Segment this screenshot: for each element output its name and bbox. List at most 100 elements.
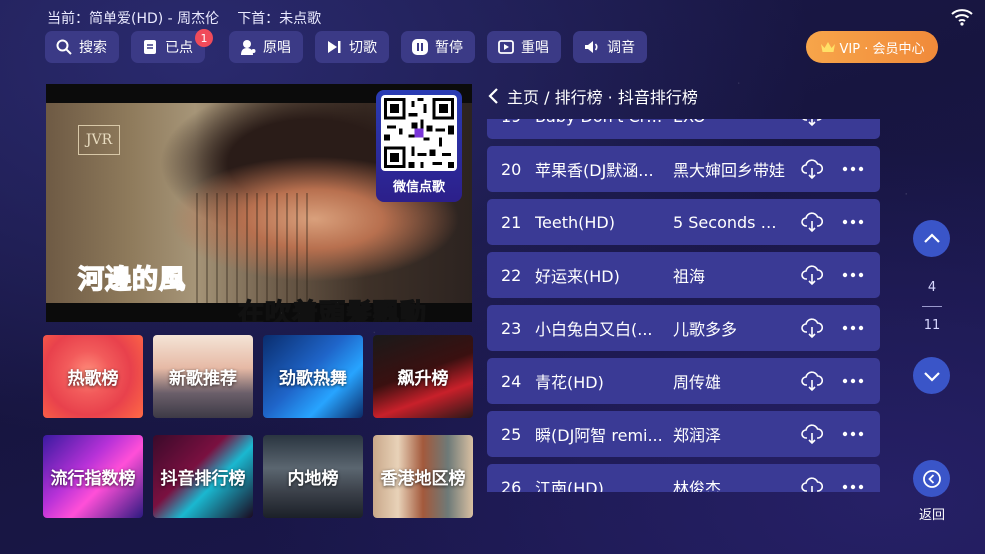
breadcrumb-text: 主页 / 排行榜 · 抖音排行榜 <box>507 88 698 107</box>
song-number: 20 <box>501 159 522 179</box>
song-artist: 黑大婶回乡带娃 <box>673 161 786 180</box>
original-vocal-button[interactable]: 原唱 <box>229 31 303 63</box>
song-artist: 祖海 <box>673 267 706 286</box>
cloud-download-icon[interactable] <box>801 317 823 339</box>
cloud-download-icon[interactable] <box>801 476 823 492</box>
song-artist: 5 Seconds Of S... <box>673 212 789 232</box>
breadcrumb[interactable]: 主页 / 排行榜 · 抖音排行榜 <box>487 84 698 108</box>
song-row[interactable]: 22 好运来(HD) 祖海 <box>487 252 880 298</box>
page-down-button[interactable] <box>913 357 950 394</box>
more-options-icon[interactable] <box>841 478 865 492</box>
song-list-inner: 19Baby Don't Cry(...EXO 20 苹果香(DJ默涵... 黑大婶回… <box>487 119 881 492</box>
song-row[interactable]: 19Baby Don't Cry(...EXO <box>487 119 880 139</box>
vip-member-center-button[interactable]: VIP · 会员中心 <box>806 31 938 63</box>
next-song-button[interactable]: 切歌 <box>315 31 389 63</box>
now-playing-status: 当前：简单爱(HD) - 周杰伦 下首：未点歌 <box>47 8 321 28</box>
page-up-button[interactable] <box>913 220 950 257</box>
song-row[interactable]: 24 青花(HD) 周传雄 <box>487 358 880 404</box>
back-label: 返回 <box>918 508 945 523</box>
cloud-download-icon[interactable] <box>801 423 823 445</box>
song-title: 青花(HD) <box>535 373 604 392</box>
category-rising[interactable]: 飙升榜 <box>373 335 473 418</box>
ordered-songs-button[interactable]: 已点 1 <box>131 29 213 63</box>
next-song-button-label: 切歌 <box>349 40 377 56</box>
next-song-label: 下首：未点歌 <box>237 11 322 27</box>
category-label: 劲歌热舞 <box>279 369 347 389</box>
song-list[interactable]: 19Baby Don't Cry(...EXO 20 苹果香(DJ默涵... 黑大婶回… <box>487 119 881 492</box>
singer-icon <box>241 40 256 55</box>
cloud-download-icon[interactable] <box>801 370 823 392</box>
category-new-songs[interactable]: 新歌推荐 <box>153 335 253 418</box>
more-options-icon[interactable] <box>841 372 865 390</box>
chevron-up-icon <box>923 232 940 243</box>
tune-button[interactable]: 调音 <box>573 31 647 63</box>
song-number: 26 <box>501 477 522 493</box>
category-dance[interactable]: 劲歌热舞 <box>263 335 363 418</box>
karaoke-video-player[interactable]: JVR 河邊的風 在吹着頭髮飄動 微信点歌 <box>46 84 472 322</box>
replay-icon <box>498 40 514 54</box>
song-artist: 周传雄 <box>673 373 722 392</box>
cloud-download-icon[interactable] <box>801 119 823 127</box>
song-title: 小白兔白又白(... <box>535 320 653 339</box>
ordered-count-badge: 1 <box>195 29 213 47</box>
cloud-download-icon[interactable] <box>801 158 823 180</box>
song-title: 江南(HD) <box>535 479 604 492</box>
player-toolbar: 搜索 已点 1 原唱 切歌 暂停 重唱 调音 <box>45 29 647 63</box>
lyric-line-1: 河邊的風 <box>77 264 187 296</box>
song-row[interactable]: 26 江南(HD) 林俊杰 <box>487 464 880 492</box>
more-options-icon[interactable] <box>841 319 865 337</box>
back-circle-icon <box>922 469 941 488</box>
category-grid: 热歌榜 新歌推荐 劲歌热舞 飙升榜 流行指数榜 抖音排行榜 内地榜 香港地区榜 <box>43 335 473 518</box>
song-title: Teeth(HD) <box>535 212 615 232</box>
cloud-download-icon[interactable] <box>801 211 823 233</box>
lyric-line-2: 在吹着頭髮飄動 <box>237 298 428 322</box>
page-total: 11 <box>923 318 941 333</box>
song-row[interactable]: 25 瞬(DJ阿智 remi... 郑润泽 <box>487 411 880 457</box>
song-number: 25 <box>501 424 522 444</box>
more-options-icon[interactable] <box>841 266 865 284</box>
search-button-label: 搜索 <box>79 40 107 56</box>
qr-code <box>381 95 457 171</box>
wechat-qr-card: 微信点歌 <box>376 90 462 202</box>
more-options-icon[interactable] <box>841 119 865 125</box>
song-number: 21 <box>501 212 522 232</box>
page-current: 4 <box>927 280 937 295</box>
song-number: 19 <box>487 119 535 126</box>
search-button[interactable]: 搜索 <box>45 31 119 63</box>
current-song-label: 当前：简单爱(HD) - 周杰伦 <box>47 11 220 27</box>
song-row[interactable]: 23 小白兔白又白(... 儿歌多多 <box>487 305 880 351</box>
pause-button-label: 暂停 <box>435 40 463 56</box>
song-title: 好运来(HD) <box>535 267 620 286</box>
back-button[interactable] <box>913 460 950 497</box>
chevron-down-icon <box>923 371 940 382</box>
category-hot-songs[interactable]: 热歌榜 <box>43 335 143 418</box>
qr-code-icon <box>384 98 454 168</box>
crown-icon <box>820 42 835 52</box>
qr-label: 微信点歌 <box>392 180 445 195</box>
more-options-icon[interactable] <box>841 213 865 231</box>
song-artist: EXO <box>671 119 789 126</box>
original-vocal-label: 原唱 <box>263 40 291 56</box>
category-hongkong[interactable]: 香港地区榜 <box>373 435 473 518</box>
category-pop-index[interactable]: 流行指数榜 <box>43 435 143 518</box>
more-options-icon[interactable] <box>841 425 865 443</box>
category-label: 新歌推荐 <box>169 369 237 389</box>
pause-button[interactable]: 暂停 <box>401 31 475 63</box>
replay-button[interactable]: 重唱 <box>487 31 561 63</box>
song-row[interactable]: 21 Teeth(HD) 5 Seconds Of S... <box>487 199 880 245</box>
ordered-songs-label: 已点 <box>165 40 193 56</box>
category-label: 内地榜 <box>287 469 339 489</box>
category-label: 飙升榜 <box>397 369 449 389</box>
category-label: 抖音排行榜 <box>160 469 246 489</box>
search-icon <box>56 39 72 55</box>
song-row[interactable]: 20 苹果香(DJ默涵... 黑大婶回乡带娃 <box>487 146 880 192</box>
cloud-download-icon[interactable] <box>801 264 823 286</box>
song-artist: 儿歌多多 <box>673 320 738 339</box>
category-mainland[interactable]: 内地榜 <box>263 435 363 518</box>
category-label: 流行指数榜 <box>50 469 136 489</box>
song-title: Baby Don't Cry(... <box>535 119 671 126</box>
more-options-icon[interactable] <box>841 160 865 178</box>
jvr-logo: JVR <box>78 125 120 155</box>
replay-button-label: 重唱 <box>521 40 549 56</box>
category-douyin[interactable]: 抖音排行榜 <box>153 435 253 518</box>
